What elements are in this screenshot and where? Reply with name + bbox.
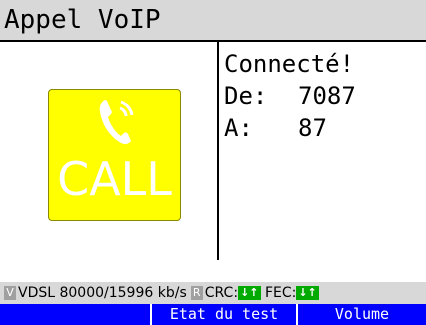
to-value: 87	[298, 114, 327, 142]
caller-row: De: 7087	[224, 80, 356, 112]
crc-state-badge: ↓↑	[238, 286, 261, 300]
fec-label: FEC:	[264, 285, 297, 301]
softkey-bar: Etat du test Volume	[0, 304, 426, 325]
r-indicator: R	[190, 286, 203, 300]
to-label: A:	[224, 114, 253, 142]
fec-state-badge: ↓↑	[296, 286, 319, 300]
from-value: 7087	[298, 82, 356, 110]
softkey-1[interactable]	[0, 304, 150, 325]
crc-label: CRC:	[204, 285, 239, 301]
vertical-divider	[217, 42, 219, 260]
line-status: VDSL 80000/15996 kb/s	[18, 285, 187, 301]
call-button-label: CALL	[57, 152, 172, 206]
main-panel: CALL Connecté! De: 7087 A: 87	[0, 42, 426, 282]
call-button[interactable]: CALL	[48, 89, 181, 221]
from-label: De:	[224, 82, 268, 110]
call-info: Connecté! De: 7087 A: 87	[224, 48, 356, 144]
status-bar: V VDSL 80000/15996 kb/s R CRC: ↓↑ FEC: ↓↑	[0, 282, 426, 304]
title-bar: Appel VoIP	[0, 0, 426, 42]
v-indicator: V	[4, 286, 16, 300]
window-title: Appel VoIP	[4, 5, 161, 35]
softkey-test-status[interactable]: Etat du test	[150, 304, 296, 325]
phone-handset-icon	[91, 96, 139, 148]
call-status: Connecté!	[224, 50, 355, 78]
callee-row: A: 87	[224, 112, 356, 144]
softkey-volume[interactable]: Volume	[296, 304, 426, 325]
